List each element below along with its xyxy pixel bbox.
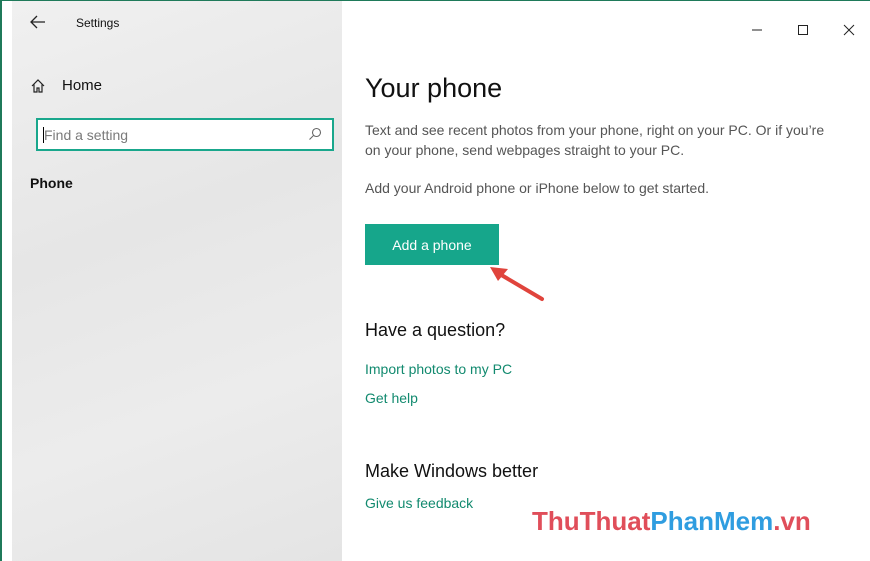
- sidebar: Settings Home Phone: [12, 1, 342, 561]
- page-description: Text and see recent photos from your pho…: [365, 122, 825, 158]
- instruction-text: Add your Android phone or iPhone below t…: [365, 180, 710, 196]
- question-heading: Have a question?: [365, 320, 506, 340]
- close-button[interactable]: [826, 19, 870, 41]
- watermark-part1: ThuThuat: [532, 506, 651, 536]
- minimize-button[interactable]: [734, 19, 780, 41]
- search-input[interactable]: [38, 120, 308, 149]
- sidebar-item-home[interactable]: Home: [30, 77, 102, 94]
- watermark-logo: ThuThuatPhanMem.vn: [532, 506, 811, 537]
- close-icon: [843, 24, 855, 36]
- main-content: Your phone Text and see recent photos fr…: [342, 1, 870, 561]
- back-arrow-icon[interactable]: [30, 15, 50, 31]
- watermark-part2: PhanMem: [650, 506, 774, 536]
- page-title: Your phone: [365, 73, 503, 103]
- import-photos-link[interactable]: Import photos to my PC: [365, 361, 512, 377]
- text-caret: [43, 127, 44, 143]
- home-label: Home: [62, 77, 103, 94]
- make-windows-better-heading: Make Windows better: [365, 461, 539, 481]
- maximize-button[interactable]: [780, 19, 826, 41]
- app-title: Settings: [76, 16, 120, 30]
- get-help-link[interactable]: Get help: [365, 390, 418, 406]
- annotation-arrow-icon: [490, 267, 544, 301]
- section-label-phone: Phone: [30, 175, 73, 191]
- minimize-icon: [752, 29, 762, 31]
- title-bar: Settings: [30, 15, 119, 31]
- watermark-part3: .vn: [773, 506, 811, 536]
- give-feedback-link[interactable]: Give us feedback: [365, 495, 473, 511]
- settings-window: Settings Home Phone: [0, 0, 870, 561]
- home-icon: [30, 78, 46, 94]
- window-controls: [734, 19, 870, 41]
- maximize-icon: [798, 25, 808, 35]
- add-phone-button[interactable]: Add a phone: [365, 224, 499, 265]
- search-box[interactable]: [36, 118, 334, 151]
- search-icon[interactable]: [308, 127, 324, 143]
